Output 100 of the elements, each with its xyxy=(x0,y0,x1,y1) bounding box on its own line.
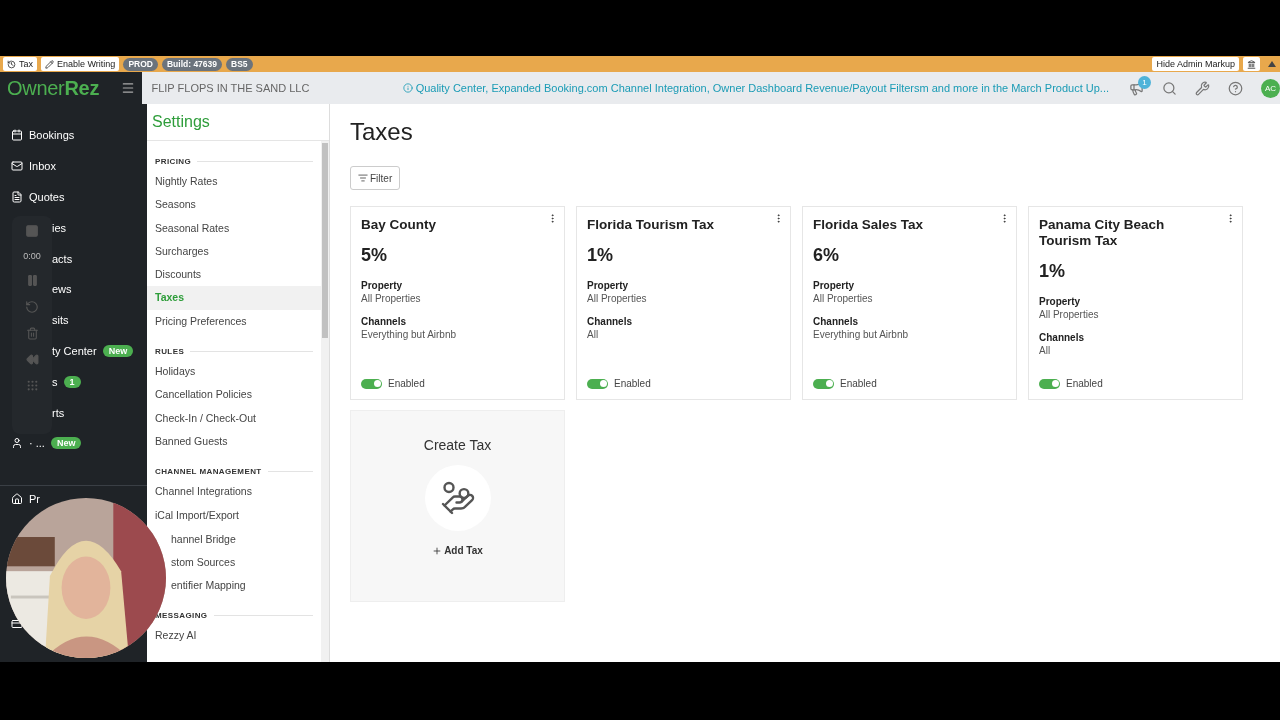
admin-button[interactable]: Enable Writing xyxy=(41,57,120,71)
enabled-toggle[interactable] xyxy=(361,378,382,389)
pencil-icon xyxy=(45,59,54,69)
field-label: Channels xyxy=(1039,332,1084,343)
money-hand-icon xyxy=(439,480,476,516)
nav-link[interactable]: s xyxy=(52,375,58,388)
field-value: All Properties xyxy=(361,293,421,304)
enabled-toggle[interactable] xyxy=(813,378,834,389)
field-label: Property xyxy=(361,280,403,291)
admin-button[interactable]: Tax xyxy=(3,57,37,71)
nav-link[interactable]: sits xyxy=(52,314,69,327)
settings-link[interactable]: Seasonal Rates xyxy=(147,216,321,240)
settings-link[interactable]: stom Sources xyxy=(171,555,236,568)
field-value: Everything but Airbnb xyxy=(361,329,457,340)
grid-icon[interactable] xyxy=(25,379,39,392)
settings-link[interactable]: Channel Integrations xyxy=(147,480,321,504)
section-heading: PRICING xyxy=(155,157,192,166)
tax-rate: 6% xyxy=(813,245,840,266)
plus-icon xyxy=(432,545,443,556)
settings-link[interactable]: Surcharges xyxy=(147,239,321,264)
field-label: Channels xyxy=(813,316,858,327)
notification-count: 1 xyxy=(1138,75,1151,89)
field-value: Everything but Airbnb xyxy=(813,329,909,340)
filter-button[interactable]: Filter xyxy=(350,166,401,190)
menu-icon[interactable] xyxy=(121,81,136,95)
nav-link[interactable]: Bookings xyxy=(29,129,75,142)
field-value: All Properties xyxy=(587,293,647,304)
help-icon[interactable] xyxy=(1228,80,1243,96)
tax-name: Florida Sales Tax xyxy=(813,217,925,233)
settings-link[interactable]: Rezzy AI xyxy=(147,623,321,648)
scrollbar[interactable] xyxy=(321,141,329,662)
settings-link[interactable]: Cancellation Policies xyxy=(147,383,321,407)
recording-time: 0:00 xyxy=(23,251,41,261)
environment-badge: PROD xyxy=(123,57,158,71)
nav-link[interactable]: rts xyxy=(52,406,65,419)
enabled-toggle[interactable] xyxy=(587,378,608,389)
settings-link[interactable]: Pricing Preferences xyxy=(147,309,321,334)
document-icon xyxy=(11,191,23,203)
history-icon xyxy=(7,59,16,69)
building-icon xyxy=(1247,59,1256,69)
nav-link[interactable]: Pr xyxy=(29,492,40,505)
nav-link[interactable]: ews xyxy=(52,283,72,296)
create-title: Create Tax xyxy=(423,437,492,453)
nav-badge: 1 xyxy=(63,375,81,388)
settings-link[interactable]: Check-In / Check-Out xyxy=(147,406,321,430)
status-text: Enabled xyxy=(614,378,651,389)
section-heading: MESSAGING xyxy=(155,610,208,620)
stop-icon[interactable] xyxy=(25,224,39,238)
field-value: All xyxy=(1039,345,1051,356)
tax-rate: 1% xyxy=(1039,261,1066,282)
field-label: Property xyxy=(1039,296,1081,307)
section-heading: RULES xyxy=(155,347,185,357)
home-icon xyxy=(11,492,23,505)
nav-link[interactable]: · ... xyxy=(29,437,45,450)
tax-rate: 5% xyxy=(361,245,388,266)
status-text: Enabled xyxy=(1066,378,1103,389)
restart-icon[interactable] xyxy=(25,300,39,314)
section-heading: CHANNEL MANAGEMENT xyxy=(155,467,262,477)
status-text: Enabled xyxy=(840,378,877,389)
nav-link[interactable]: acts xyxy=(52,252,73,265)
tax-name: Panama City Beach Tourism Tax xyxy=(1039,217,1166,249)
nav-link[interactable]: Quotes xyxy=(29,191,65,203)
settings-link[interactable]: Discounts xyxy=(147,263,321,287)
settings-link[interactable]: Banned Guests xyxy=(147,429,321,454)
nav-badge: New xyxy=(50,437,82,450)
settings-link[interactable]: iCal Import/Export xyxy=(147,503,321,527)
field-value: All Properties xyxy=(813,293,873,304)
enabled-toggle[interactable] xyxy=(1039,378,1060,389)
nav-link[interactable]: Inbox xyxy=(29,160,56,173)
calendar-icon xyxy=(11,129,23,142)
field-value: All xyxy=(587,329,599,340)
settings-link[interactable]: Nightly Rates xyxy=(147,170,321,194)
trash-icon[interactable] xyxy=(25,327,39,340)
field-label: Property xyxy=(813,280,855,291)
credit-card-icon xyxy=(11,617,23,630)
hide-markup-button[interactable]: Hide Admin Markup xyxy=(1152,57,1239,71)
field-label: Channels xyxy=(361,316,406,327)
nav-link[interactable]: ies xyxy=(52,221,67,234)
admin-tool-button[interactable] xyxy=(1243,57,1260,71)
person-icon xyxy=(11,437,23,450)
tax-name: Florida Tourism Tax xyxy=(587,217,716,233)
settings-link[interactable]: Holidays xyxy=(147,360,321,384)
settings-link[interactable]: entifier Mapping xyxy=(171,579,246,592)
info-icon xyxy=(402,83,413,93)
search-icon[interactable] xyxy=(1162,80,1177,96)
settings-link[interactable]: hannel Bridge xyxy=(171,532,236,545)
nav-link[interactable]: ty Center xyxy=(52,344,97,357)
field-value: All Properties xyxy=(1039,309,1099,320)
settings-link[interactable]: Seasons xyxy=(147,193,321,217)
add-tax-link[interactable]: Add Tax xyxy=(432,545,483,556)
status-text: Enabled xyxy=(388,378,425,389)
nav-badge: New xyxy=(102,344,134,357)
page-title: Taxes xyxy=(350,118,413,146)
company-name: FLIP FLOPS IN THE SAND LLC xyxy=(151,82,311,94)
field-label: Property xyxy=(587,280,629,291)
wrench-icon[interactable] xyxy=(1195,80,1210,96)
pause-icon[interactable] xyxy=(25,274,39,287)
rewind-icon[interactable] xyxy=(25,353,39,366)
filter-icon xyxy=(358,173,368,183)
mail-icon xyxy=(11,160,23,173)
